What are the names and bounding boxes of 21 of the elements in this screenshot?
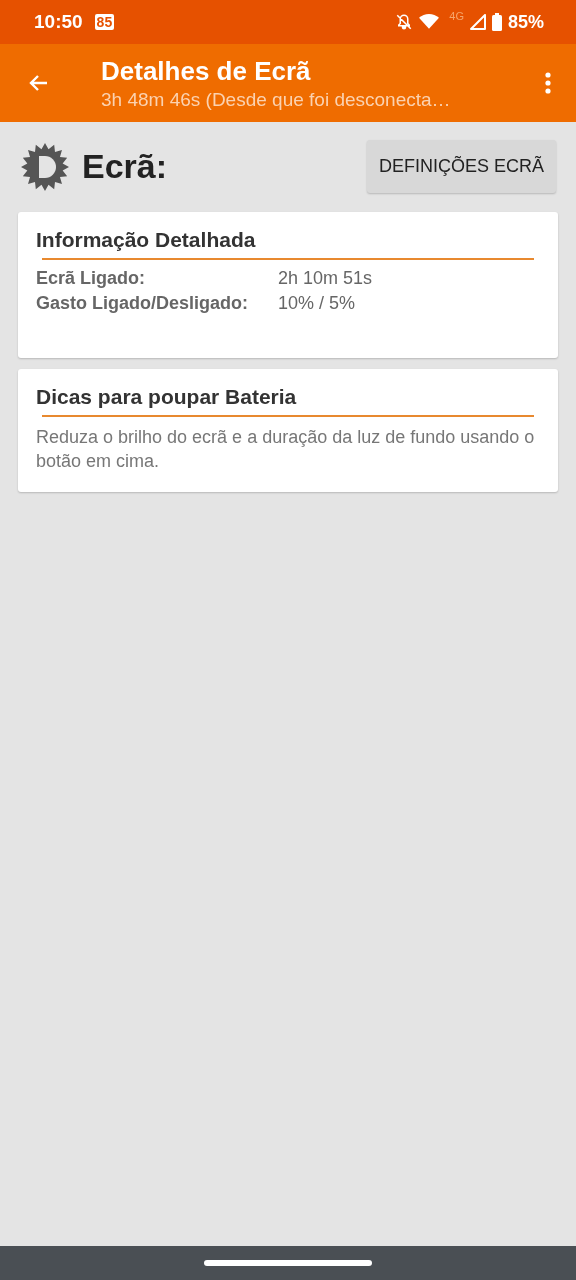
- section-title: Ecrã:: [82, 147, 168, 186]
- signal-icon: [469, 14, 486, 30]
- screen-title: Detalhes de Ecrã: [101, 55, 312, 87]
- info-value: 10% / 5%: [278, 293, 357, 314]
- card-title: Informação Detalhada: [36, 228, 257, 252]
- display-settings-button[interactable]: DEFINIÇÕES ECRÃ: [366, 140, 556, 193]
- brightness-icon: [20, 141, 70, 192]
- battery-percent: 85%: [507, 11, 544, 33]
- info-label: Gasto Ligado/Desligado:: [36, 293, 250, 314]
- muted-bell-icon: [395, 13, 414, 31]
- status-time: 10:50: [34, 11, 83, 33]
- wifi-icon: [419, 14, 440, 30]
- info-value: 2h 10m 51s: [278, 268, 374, 289]
- card-title: Dicas para poupar Bateria: [36, 385, 298, 409]
- battery-icon: [491, 13, 502, 31]
- network-type: 4G: [449, 10, 464, 22]
- more-options-icon[interactable]: [544, 71, 552, 95]
- info-label: Ecrã Ligado:: [36, 268, 147, 289]
- tip-text: Reduza o brilho do ecrã e a duração da luz de fundo usando o botão em cima.: [36, 426, 536, 474]
- screen-subtitle: 3h 48m 46s (Desde que foi desconecta…: [101, 88, 452, 111]
- notification-badge: 85: [94, 14, 115, 30]
